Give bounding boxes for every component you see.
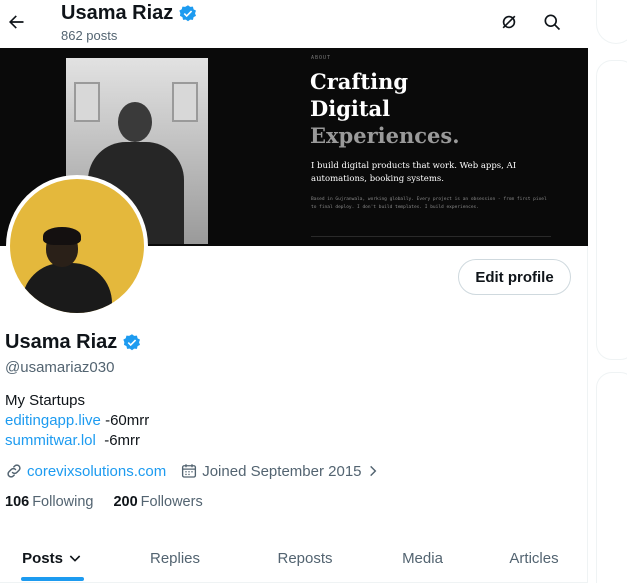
bio-link-suffix: -6mrr [95, 432, 141, 449]
sidebar-card [596, 372, 627, 583]
chevron-down-icon [69, 555, 81, 562]
tab-label: Reposts [277, 549, 333, 567]
avatar-image [10, 179, 144, 313]
arrow-left-icon [9, 15, 24, 29]
sidebar-card [596, 60, 627, 360]
tab-label: Media [402, 549, 443, 567]
sidebar-search-box[interactable] [596, 0, 627, 44]
tab-reposts[interactable]: Reposts [245, 533, 365, 583]
profile-name: Usama Riaz [5, 331, 118, 353]
following-link[interactable]: 106 Following [5, 494, 93, 510]
bio-link-summitwar[interactable]: summitwar.lol [5, 432, 96, 449]
chevron-right-icon [369, 465, 376, 477]
followers-label: Followers [140, 494, 203, 510]
banner-window-shape [74, 82, 100, 122]
tab-articles[interactable]: Articles [480, 533, 588, 583]
tab-posts[interactable]: Posts [0, 533, 105, 583]
avatar[interactable] [6, 175, 148, 317]
banner-small-text: Based in Gujranwala, working globally. E… [311, 197, 547, 210]
followers-link[interactable]: 200 Followers [113, 494, 202, 510]
bio-line: My Startups [5, 392, 86, 409]
active-tab-indicator [21, 577, 84, 581]
tab-label: Replies [149, 549, 201, 567]
profile-tabs: Posts Replies Reposts Media Articles [0, 533, 588, 583]
followers-count: 200 [113, 494, 138, 510]
banner-tagline: I build digital products that work. Web … [311, 161, 517, 184]
tab-replies[interactable]: Replies [105, 533, 245, 583]
calendar-icon [182, 464, 197, 478]
tab-label: Posts [22, 549, 63, 567]
profile-meta: corevixsolutions.com Joined September 20… [5, 462, 394, 480]
avatar-person-body [22, 263, 112, 313]
banner-headline-line2: Digital [310, 96, 391, 121]
banner-window-shape [172, 82, 198, 122]
bio-link-editingapp[interactable]: editingapp.live [5, 412, 101, 429]
profile-name-row: Usama Riaz [5, 331, 142, 354]
profile-header: Usama Riaz 862 posts [0, 0, 588, 48]
back-button[interactable] [0, 4, 32, 40]
tab-label: Articles [509, 549, 559, 567]
posts-count: 862 posts [61, 28, 118, 43]
joined-item[interactable]: Joined September 2015 [180, 462, 379, 480]
banner-person-head [118, 102, 152, 142]
bio-line: editingapp.live -60mrr [5, 411, 149, 431]
right-sidebar [588, 0, 627, 583]
search-button[interactable] [536, 6, 568, 38]
banner-divider [311, 236, 551, 237]
tab-media[interactable]: Media [365, 533, 480, 583]
banner-headline-line1: Crafting [310, 69, 409, 94]
grok-icon [502, 15, 516, 29]
banner-headline: Crafting Digital Experiences. [310, 68, 460, 149]
grok-button[interactable] [493, 6, 525, 38]
following-label: Following [32, 494, 94, 510]
header-name: Usama Riaz [61, 2, 174, 24]
bio-line: summitwar.lol -6mrr [5, 431, 149, 451]
website-item: corevixsolutions.com [5, 462, 166, 480]
joined-date: Joined September 2015 [202, 462, 362, 480]
link-icon [7, 464, 21, 478]
profile-bio: My Startups editingapp.live -60mrr summi… [5, 391, 149, 451]
banner-headline-line3: Experiences. [310, 123, 460, 148]
edit-profile-button[interactable]: Edit profile [458, 259, 571, 295]
banner-eyebrow: ABOUT [311, 55, 332, 61]
avatar-person-hair [43, 227, 81, 245]
profile-column: Usama Riaz 862 posts ABOUT Crafting Digi… [0, 0, 588, 583]
following-count: 106 [5, 494, 30, 510]
search-icon [544, 14, 561, 31]
header-title: Usama Riaz [61, 2, 198, 25]
verified-badge-icon [179, 4, 197, 21]
bio-link-suffix: -60mrr [100, 412, 150, 429]
verified-badge-icon[interactable] [122, 333, 142, 353]
website-link[interactable]: corevixsolutions.com [27, 463, 166, 480]
follow-counts: 106 Following 200 Followers [5, 494, 203, 510]
profile-handle: @usamariaz030 [5, 359, 115, 376]
